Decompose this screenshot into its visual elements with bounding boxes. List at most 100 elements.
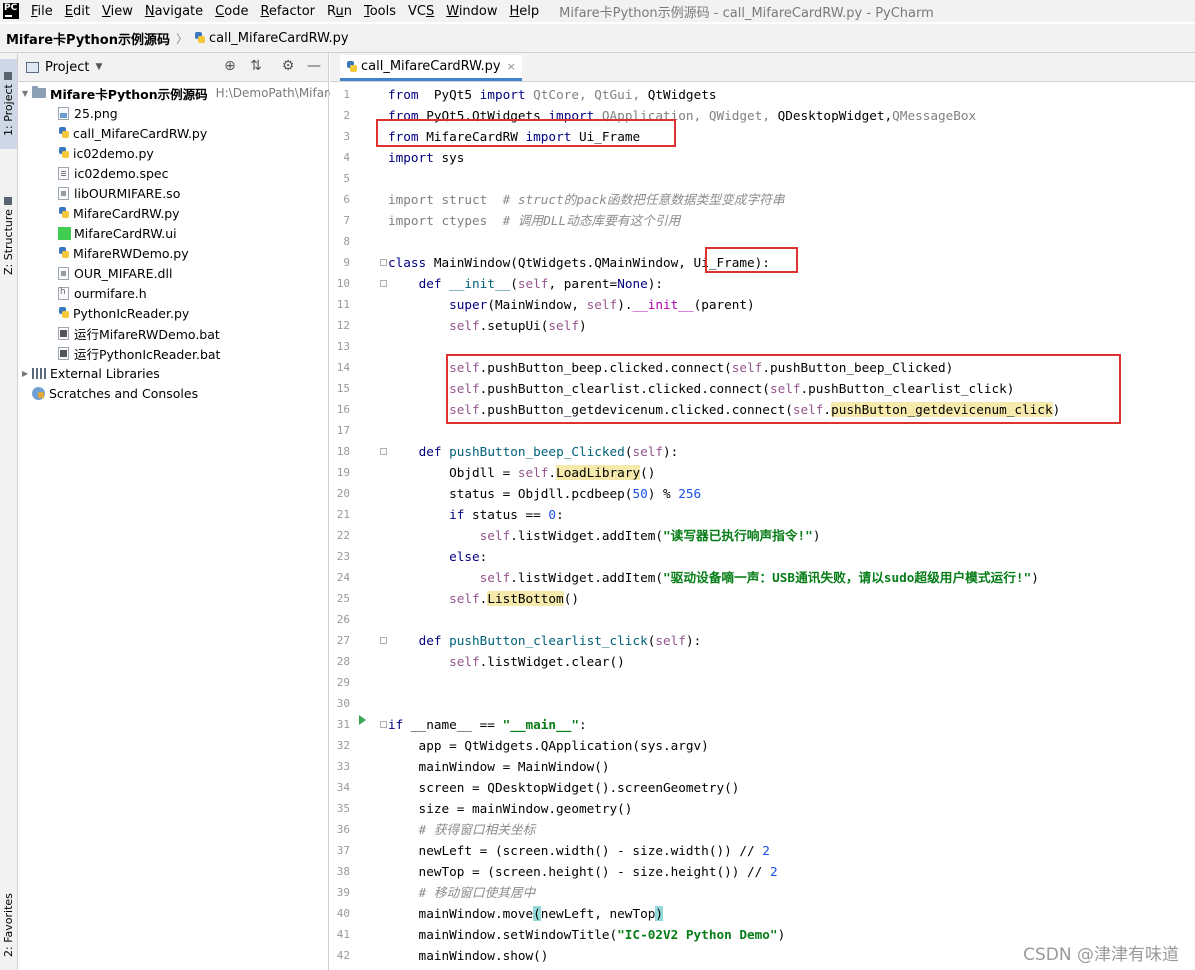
chevron-down-icon[interactable]: ▼ bbox=[95, 62, 102, 72]
breadcrumb-project[interactable]: Mifare卡Python示例源码 bbox=[6, 29, 170, 48]
code-line[interactable]: super(MainWindow, self).__init__(parent) bbox=[388, 294, 1195, 315]
window-title: Mifare卡Python示例源码 - call_MifareCardRW.py… bbox=[559, 5, 934, 21]
code-line[interactable]: def __init__(self, parent=None): bbox=[388, 273, 1195, 294]
tree-file[interactable]: MifareCardRW.ui bbox=[58, 223, 177, 243]
code-line[interactable] bbox=[388, 672, 1195, 693]
menu-vcs[interactable]: VCS bbox=[402, 4, 440, 19]
code-line[interactable]: # 获得窗口相关坐标 bbox=[388, 819, 1195, 840]
code-line[interactable]: self.ListBottom() bbox=[388, 588, 1195, 609]
code-line[interactable] bbox=[388, 693, 1195, 714]
code-token: ) bbox=[1031, 570, 1039, 585]
code-line[interactable]: app = QtWidgets.QApplication(sys.argv) bbox=[388, 735, 1195, 756]
tree-file[interactable]: call_MifareCardRW.py bbox=[58, 123, 207, 143]
menu-help[interactable]: Help bbox=[504, 4, 546, 19]
menu-label-rest: iew bbox=[110, 3, 133, 19]
menu-label-rest: elp bbox=[519, 3, 540, 19]
menu-edit[interactable]: Edit bbox=[59, 4, 96, 19]
code-line[interactable]: else: bbox=[388, 546, 1195, 567]
menu-file[interactable]: File bbox=[25, 4, 59, 19]
code-line[interactable]: newTop = (screen.height() - size.height(… bbox=[388, 861, 1195, 882]
code-line[interactable]: # 移动窗口使其居中 bbox=[388, 882, 1195, 903]
fold-marker-icon[interactable] bbox=[380, 448, 387, 455]
menu-window[interactable]: Window bbox=[440, 4, 503, 19]
code-line[interactable] bbox=[388, 168, 1195, 189]
tree-file[interactable]: ic02demo.py bbox=[58, 143, 154, 163]
code-line[interactable]: self.listWidget.addItem("驱动设备嘀一声：USB通讯失败… bbox=[388, 567, 1195, 588]
run-gutter-icon[interactable] bbox=[359, 715, 366, 725]
menu-refactor[interactable]: Refactor bbox=[254, 4, 321, 19]
code-line[interactable]: mainWindow = MainWindow() bbox=[388, 756, 1195, 777]
code-token: : bbox=[578, 717, 587, 732]
tree-scratches[interactable]: Scratches and Consoles bbox=[22, 383, 198, 403]
tree-file[interactable]: 运行PythonIcReader.bat bbox=[58, 343, 220, 363]
project-view-selector[interactable]: Project bbox=[45, 60, 89, 75]
code-line[interactable]: def pushButton_clearlist_click(self): bbox=[388, 630, 1195, 651]
tree-external-libraries[interactable]: ▶ External Libraries bbox=[22, 363, 160, 383]
code-line[interactable]: mainWindow.move(newLeft, newTop) bbox=[388, 903, 1195, 924]
annotation-box-import bbox=[376, 119, 676, 147]
code-line[interactable]: import ctypes # 调用DLL动态库要有这个引用 bbox=[388, 210, 1195, 231]
tree-file[interactable]: 运行MifareRWDemo.bat bbox=[58, 323, 220, 343]
tree-file[interactable]: PythonIcReader.py bbox=[58, 303, 189, 323]
code-token: sys bbox=[433, 150, 465, 165]
code-token: self bbox=[449, 654, 480, 669]
close-icon[interactable]: × bbox=[507, 60, 516, 73]
menu-tools[interactable]: Tools bbox=[358, 4, 402, 19]
tree-file[interactable]: OUR_MIFARE.dll bbox=[58, 263, 172, 283]
code-line[interactable]: status = Objdll.pcdbeep(50) % 256 bbox=[388, 483, 1195, 504]
code-line[interactable]: from PyQt5 import QtCore, QtGui, QtWidge… bbox=[388, 84, 1195, 105]
tree-file[interactable]: libOURMIFARE.so bbox=[58, 183, 180, 203]
code-line[interactable]: def pushButton_beep_Clicked(self): bbox=[388, 441, 1195, 462]
expand-arrow-icon[interactable]: ▼ bbox=[22, 89, 32, 98]
fold-marker-icon[interactable] bbox=[380, 280, 387, 287]
code-line[interactable]: if __name__ == "__main__": bbox=[388, 714, 1195, 735]
code-line[interactable]: screen = QDesktopWidget().screenGeometry… bbox=[388, 777, 1195, 798]
tree-file[interactable]: ourmifare.h bbox=[58, 283, 147, 303]
code-token: import ctypes bbox=[388, 213, 503, 228]
collapse-all-icon[interactable]: ⇅ bbox=[248, 58, 264, 74]
fold-marker-icon[interactable] bbox=[380, 259, 387, 266]
tool-tab-structure[interactable]: Z: Structure bbox=[0, 191, 17, 281]
gear-icon[interactable]: ⚙ bbox=[280, 58, 296, 74]
tree-file[interactable]: MifareRWDemo.py bbox=[58, 243, 189, 263]
code-line[interactable]: self.listWidget.addItem("读写器已执行响声指令!") bbox=[388, 525, 1195, 546]
expand-arrow-icon[interactable]: ▶ bbox=[22, 369, 32, 378]
menu-code[interactable]: Code bbox=[209, 4, 254, 19]
code-line[interactable]: newLeft = (screen.width() - size.width()… bbox=[388, 840, 1195, 861]
tree-file[interactable]: ic02demo.spec bbox=[58, 163, 168, 183]
breadcrumb-file[interactable]: call_MifareCardRW.py bbox=[209, 31, 349, 46]
code-line[interactable] bbox=[388, 609, 1195, 630]
fold-marker-icon[interactable] bbox=[380, 721, 387, 728]
editor-tab[interactable]: call_MifareCardRW.py × bbox=[340, 55, 522, 81]
code-line[interactable]: self.setupUi(self) bbox=[388, 315, 1195, 336]
tree-file[interactable]: 25.png bbox=[58, 103, 118, 123]
code-area[interactable]: from PyQt5 import QtCore, QtGui, QtWidge… bbox=[388, 82, 1195, 970]
code-editor[interactable]: call_MifareCardRW.py × 1 2 3 4 5 6 7 8 9 10 11 12 13… bbox=[330, 53, 1195, 970]
menu-view[interactable]: View bbox=[96, 4, 139, 19]
menu-run[interactable]: Run bbox=[321, 4, 358, 19]
code-line[interactable]: size = mainWindow.geometry() bbox=[388, 798, 1195, 819]
code-line[interactable]: if status == 0: bbox=[388, 504, 1195, 525]
tree-file[interactable]: MifareCardRW.py bbox=[58, 203, 180, 223]
tool-tab-project[interactable]: 1: Project bbox=[0, 59, 17, 149]
line-number: 21 bbox=[336, 508, 350, 521]
code-line[interactable]: Objdll = self.LoadLibrary() bbox=[388, 462, 1195, 483]
code-line[interactable]: import struct # struct的pack函数把任意数据类型变成字符… bbox=[388, 189, 1195, 210]
tool-tab-favorites[interactable]: 2: Favorites bbox=[0, 883, 17, 967]
python-file-icon bbox=[346, 60, 358, 73]
minimize-icon[interactable]: — bbox=[306, 58, 322, 74]
left-tool-stripe: 1: Project Z: Structure 2: Favorites bbox=[0, 53, 18, 970]
tree-file-label: OUR_MIFARE.dll bbox=[74, 265, 173, 281]
bat-file-icon bbox=[58, 346, 69, 360]
tree-root-folder[interactable]: ▼ Mifare卡Python示例源码 H:\DemoPath\Mifare- bbox=[22, 83, 340, 103]
code-line[interactable]: self.listWidget.clear() bbox=[388, 651, 1195, 672]
fold-marker-icon[interactable] bbox=[380, 637, 387, 644]
qt-ui-file-icon bbox=[58, 226, 71, 240]
code-line[interactable]: import sys bbox=[388, 147, 1195, 168]
locate-file-icon[interactable]: ⊕ bbox=[222, 58, 238, 74]
menu-navigate[interactable]: Navigate bbox=[139, 4, 209, 19]
